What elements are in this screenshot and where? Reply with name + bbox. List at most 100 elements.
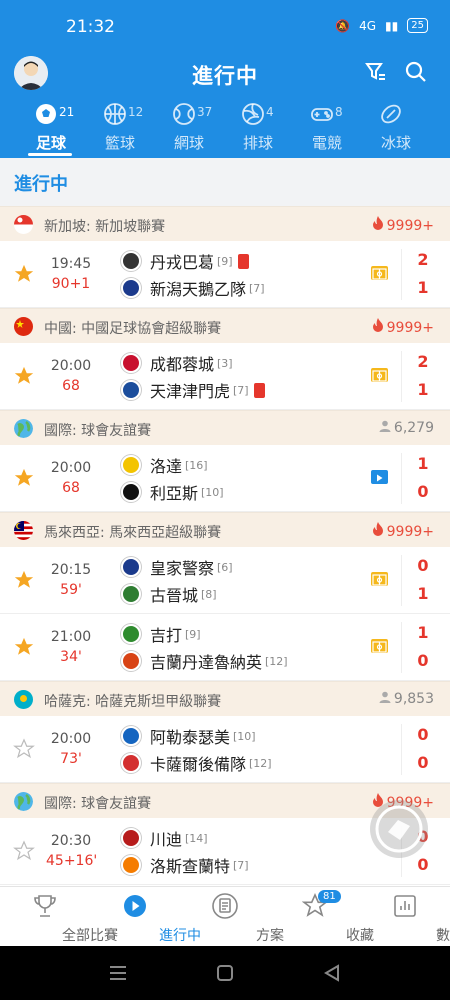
away-team-rank: [7] bbox=[233, 858, 249, 872]
home-team-name: 成都蓉城 bbox=[150, 355, 215, 374]
star-filled-icon[interactable] bbox=[13, 365, 35, 387]
star-filled-icon[interactable] bbox=[13, 636, 35, 658]
nav-label: 數據 bbox=[436, 928, 450, 944]
home-team[interactable]: 洛達 [16] bbox=[121, 452, 208, 478]
red-card-icon bbox=[253, 382, 265, 398]
floating-action-button[interactable] bbox=[370, 800, 428, 858]
heat-value: 9,853 bbox=[393, 691, 434, 707]
tab-soccer[interactable]: 21 足球 bbox=[16, 100, 86, 158]
league-header[interactable]: 馬來西亞: 馬來西亞超級聯賽 9999+ bbox=[0, 512, 450, 547]
star-filled-icon[interactable] bbox=[13, 263, 35, 285]
home-team-rank: [3] bbox=[217, 356, 233, 370]
match-row[interactable]: 20:00 73' 阿勒泰瑟美 [10] 卡薩爾後備隊 [12] 0 0 bbox=[0, 716, 450, 783]
match-minute: 90+1 bbox=[51, 276, 91, 292]
search-icon[interactable] bbox=[404, 60, 428, 88]
match-minute: 68 bbox=[62, 480, 80, 496]
home-team-logo bbox=[121, 726, 141, 746]
league-header[interactable]: 中國: 中國足球協會超級聯賽 9999+ bbox=[0, 308, 450, 343]
league-header[interactable]: 新加坡: 新加坡聯賽 9999+ bbox=[0, 206, 450, 241]
star-outline-icon[interactable] bbox=[13, 840, 35, 862]
home-team[interactable]: 丹戎巴葛 [9] bbox=[121, 248, 249, 274]
mute-icon: 🔕 bbox=[335, 18, 351, 33]
back-icon[interactable] bbox=[324, 964, 339, 982]
nav-live[interactable]: 進行中 bbox=[90, 887, 201, 947]
star-outline-icon[interactable] bbox=[13, 738, 35, 760]
kickoff-time: 20:30 bbox=[50, 833, 92, 849]
star-filled-icon[interactable] bbox=[13, 467, 35, 489]
home-team[interactable]: 成都蓉城 [3] bbox=[121, 350, 233, 376]
live-video-icon[interactable] bbox=[371, 470, 388, 484]
tab-esports[interactable]: 8 電競 bbox=[292, 100, 362, 158]
away-team-name: 吉蘭丹達魯納英 bbox=[150, 653, 263, 672]
match-row[interactable]: 21:00 34' 吉打 [9] 吉蘭丹達魯納英 [12] 1 0 bbox=[0, 614, 450, 681]
home-team-logo bbox=[121, 828, 141, 848]
live-field-icon[interactable] bbox=[371, 368, 388, 382]
home-team-logo bbox=[121, 624, 141, 644]
signal-icon: 4G bbox=[359, 18, 377, 33]
nav-all-matches[interactable]: 全部比賽 bbox=[0, 887, 118, 947]
league-name: 國際: 球會友誼賽 bbox=[44, 423, 152, 439]
nav-plans[interactable]: 方案 bbox=[180, 887, 284, 947]
tab-tennis[interactable]: 37 網球 bbox=[154, 100, 224, 158]
away-team-name: 利亞斯 bbox=[150, 484, 199, 503]
away-team[interactable]: 古晉城 [8] bbox=[121, 581, 217, 607]
away-team-rank: [10] bbox=[201, 485, 224, 499]
nav-favorites[interactable]: 收藏 81 bbox=[270, 887, 374, 947]
match-row[interactable]: 19:45 90+1 丹戎巴葛 [9] 新潟天鵝乙隊 [7] 2 1 bbox=[0, 241, 450, 308]
match-row[interactable]: 20:00 68 洛達 [16] 利亞斯 [10] 1 0 bbox=[0, 445, 450, 512]
away-team-logo bbox=[121, 651, 141, 671]
tab-label: 足球 bbox=[35, 134, 66, 152]
match-row[interactable]: 20:00 68 成都蓉城 [3] 天津津門虎 [7] 2 1 bbox=[0, 343, 450, 410]
home-team-name: 川迪 bbox=[150, 830, 183, 849]
home-team-logo bbox=[121, 455, 141, 475]
home-team[interactable]: 吉打 [9] bbox=[121, 621, 201, 647]
tab-basketball[interactable]: 12 籃球 bbox=[85, 100, 155, 158]
home-team-rank: [16] bbox=[185, 458, 208, 472]
live-field-icon[interactable] bbox=[371, 639, 388, 653]
home-team-rank: [6] bbox=[217, 560, 233, 574]
filter-icon[interactable] bbox=[364, 60, 388, 88]
home-team-logo bbox=[121, 557, 141, 577]
tab-volleyball[interactable]: 4 排球 bbox=[223, 100, 293, 158]
live-field-icon[interactable] bbox=[371, 572, 388, 586]
kazakhstan-flag-icon bbox=[14, 690, 33, 709]
home-score: 0 bbox=[417, 556, 429, 575]
away-team-rank: [12] bbox=[265, 654, 288, 668]
league-name: 中國: 中國足球協會超級聯賽 bbox=[44, 321, 222, 337]
home-team[interactable]: 阿勒泰瑟美 [10] bbox=[121, 723, 256, 749]
match-minute: 73' bbox=[60, 751, 82, 767]
match-row[interactable]: 20:15 59' 皇家警察 [6] 古晉城 [8] 0 1 bbox=[0, 547, 450, 614]
menu-icon[interactable] bbox=[110, 966, 126, 980]
tab-hockey[interactable]: 冰球 bbox=[361, 100, 431, 158]
home-team[interactable]: 皇家警察 [6] bbox=[121, 554, 233, 580]
home-team[interactable]: 川迪 [14] bbox=[121, 825, 208, 851]
kickoff-time: 21:00 bbox=[50, 629, 92, 645]
away-team[interactable]: 卡薩爾後備隊 [12] bbox=[121, 750, 272, 776]
tab-count: 4 bbox=[266, 105, 274, 119]
home-score: 1 bbox=[417, 454, 429, 473]
play-icon bbox=[122, 893, 148, 919]
away-team[interactable]: 天津津門虎 [7] bbox=[121, 377, 265, 403]
globe-icon bbox=[14, 419, 33, 438]
tab-label: 籃球 bbox=[104, 134, 135, 152]
home-icon[interactable] bbox=[217, 965, 233, 981]
away-team-logo bbox=[121, 584, 141, 604]
kickoff-time: 20:00 bbox=[50, 731, 92, 747]
away-score: 1 bbox=[417, 584, 429, 603]
score-divider bbox=[401, 555, 402, 606]
nav-data[interactable]: 數據 bbox=[360, 887, 450, 947]
home-team-rank: [9] bbox=[217, 254, 233, 268]
away-team-rank: [8] bbox=[201, 587, 217, 601]
away-team[interactable]: 洛斯查蘭特 [7] bbox=[121, 852, 249, 878]
away-team[interactable]: 新潟天鵝乙隊 [7] bbox=[121, 275, 265, 301]
tab-label: 網球 bbox=[173, 134, 204, 152]
live-field-icon[interactable] bbox=[371, 266, 388, 280]
away-team[interactable]: 吉蘭丹達魯納英 [12] bbox=[121, 648, 288, 674]
heat-value: 9999+ bbox=[386, 524, 434, 540]
home-team-name: 吉打 bbox=[150, 626, 183, 645]
league-header[interactable]: 國際: 球會友誼賽 6,279 bbox=[0, 410, 450, 445]
star-filled-icon[interactable] bbox=[13, 569, 35, 591]
away-team[interactable]: 利亞斯 [10] bbox=[121, 479, 224, 505]
league-header[interactable]: 哈薩克: 哈薩克斯坦甲級聯賽 9,853 bbox=[0, 681, 450, 716]
score-divider bbox=[401, 622, 402, 673]
